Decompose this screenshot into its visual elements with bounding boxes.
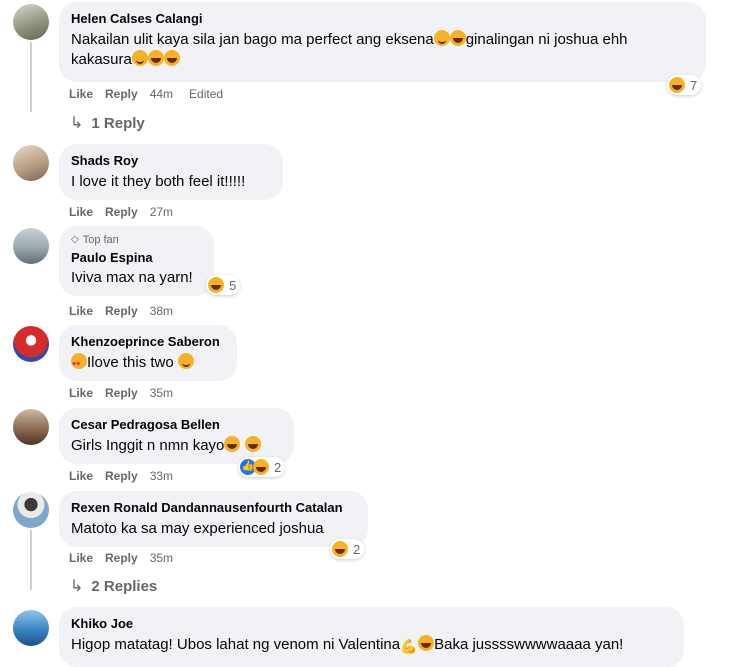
view-replies-button[interactable]: ↳ 1 Reply bbox=[70, 113, 145, 133]
muscle-emoji-icon: 💪 bbox=[400, 638, 418, 654]
avatar[interactable] bbox=[13, 409, 49, 445]
comment-bubble: Shads Roy I love it they both feel it!!!… bbox=[59, 144, 283, 200]
comment-actions: Like Reply 27m bbox=[69, 204, 189, 220]
comment-author[interactable]: Khenzoeprince Saberon bbox=[71, 333, 225, 350]
comment-author[interactable]: Rexen Ronald Dandannausenfourth Catalan bbox=[71, 499, 356, 516]
reaction-summary[interactable]: 5 bbox=[206, 275, 241, 295]
like-button[interactable]: Like bbox=[69, 86, 93, 102]
reply-button[interactable]: Reply bbox=[105, 86, 138, 102]
avatar[interactable] bbox=[13, 610, 49, 646]
reaction-count: 5 bbox=[229, 277, 237, 293]
rofl-emoji-icon bbox=[449, 30, 466, 46]
rofl-emoji-icon bbox=[163, 50, 180, 66]
comment-author[interactable]: Helen Calses Calangi bbox=[71, 10, 694, 27]
comment-actions: Like Reply 35m bbox=[69, 385, 189, 401]
comment-text-part: Higop matatag! Ubos lahat ng venom ni Va… bbox=[71, 636, 401, 653]
comment-text: Matoto ka sa may experienced joshua bbox=[71, 520, 324, 537]
haha-emoji-icon bbox=[669, 77, 685, 93]
comment-text-part: Ilove this two bbox=[87, 354, 174, 371]
reply-button[interactable]: Reply bbox=[105, 385, 138, 401]
comment-bubble: Cesar Pedragosa Bellen Girls Inggit n nm… bbox=[59, 408, 294, 464]
timestamp[interactable]: 35m bbox=[150, 385, 173, 401]
comment-text: Ilove this two bbox=[71, 353, 225, 375]
reaction-count: 2 bbox=[353, 541, 361, 557]
comment-bubble: Khiko Joe Higop matatag! Ubos lahat ng v… bbox=[59, 607, 684, 667]
like-button[interactable]: Like bbox=[69, 204, 93, 220]
comment-actions: Like Reply 33m bbox=[69, 468, 189, 484]
comment-text-part: Girls Inggit n nmn kayo bbox=[71, 437, 225, 454]
timestamp[interactable]: 33m bbox=[150, 468, 173, 484]
comment-author[interactable]: Cesar Pedragosa Bellen bbox=[71, 416, 282, 433]
reply-button[interactable]: Reply bbox=[105, 303, 138, 319]
comment-actions: Like Reply 44m Edited bbox=[69, 86, 239, 102]
haha-emoji-icon bbox=[332, 541, 348, 557]
view-replies-button[interactable]: ↳ 2 Replies bbox=[70, 576, 157, 596]
reply-button[interactable]: Reply bbox=[105, 550, 138, 566]
rofl-emoji-icon bbox=[147, 50, 164, 66]
timestamp[interactable]: 44m bbox=[150, 86, 173, 102]
comment-text: I love it they both feel it!!!!! bbox=[71, 173, 246, 190]
reaction-count: 7 bbox=[690, 77, 698, 93]
comment-text: Girls Inggit n nmn kayo bbox=[71, 436, 282, 456]
comment-text-part: kakasura bbox=[71, 51, 132, 68]
reaction-summary[interactable]: 7 bbox=[667, 75, 702, 95]
comment-author[interactable]: Shads Roy bbox=[71, 152, 271, 169]
comment-text-part: Nakailan ulit kaya sila jan bago ma perf… bbox=[71, 31, 434, 48]
like-button[interactable]: Like bbox=[69, 303, 93, 319]
edited-label: Edited bbox=[189, 87, 224, 101]
reaction-count: 2 bbox=[274, 459, 282, 475]
comment-author[interactable]: Paulo Espina bbox=[71, 249, 202, 266]
reply-button[interactable]: Reply bbox=[105, 468, 138, 484]
comment-actions: Like Reply 35m bbox=[69, 550, 189, 566]
avatar[interactable] bbox=[13, 326, 49, 362]
rofl-emoji-icon bbox=[244, 436, 261, 452]
top-fan-label: Top fan bbox=[82, 234, 119, 246]
comment-actions: Like Reply 38m bbox=[69, 303, 189, 319]
replies-label: 2 Replies bbox=[91, 577, 158, 595]
reaction-summary[interactable]: 👍 2 bbox=[238, 457, 286, 477]
like-button[interactable]: Like bbox=[69, 550, 93, 566]
thread-line bbox=[30, 530, 32, 590]
timestamp[interactable]: 27m bbox=[150, 204, 173, 220]
comment-bubble: ◇ Top fan Paulo Espina Iviva max na yarn… bbox=[59, 226, 214, 296]
comment-text-line2: kakasura bbox=[71, 50, 694, 70]
rofl-emoji-icon bbox=[224, 436, 241, 452]
replies-label: 1 Reply bbox=[91, 114, 145, 132]
comment-author[interactable]: Khiko Joe bbox=[71, 615, 672, 632]
comment-bubble: Rexen Ronald Dandannausenfourth Catalan … bbox=[59, 491, 368, 547]
top-fan-icon: ◇ bbox=[71, 234, 79, 245]
comment-bubble: Helen Calses Calangi Nakailan ulit kaya … bbox=[59, 2, 706, 82]
haha-emoji-icon bbox=[418, 635, 435, 651]
comment-text: Higop matatag! Ubos lahat ng venom ni Va… bbox=[71, 635, 672, 655]
avatar[interactable] bbox=[13, 4, 49, 40]
comment-text: Iviva max na yarn! bbox=[71, 269, 193, 286]
like-button[interactable]: Like bbox=[69, 468, 93, 484]
like-button[interactable]: Like bbox=[69, 385, 93, 401]
reply-button[interactable]: Reply bbox=[105, 204, 138, 220]
haha-emoji-icon bbox=[253, 459, 269, 475]
thread-line bbox=[30, 42, 32, 112]
timestamp[interactable]: 35m bbox=[150, 550, 173, 566]
comment-text-part: Baka jusssswwwwaaaa yan! bbox=[434, 636, 624, 653]
comment-text-part: ginalingan ni joshua ehh bbox=[465, 31, 628, 48]
comment-bubble: Khenzoeprince Saberon Ilove this two bbox=[59, 325, 237, 381]
comment-text: Nakailan ulit kaya sila jan bago ma perf… bbox=[71, 30, 694, 50]
haha-emoji-icon bbox=[208, 277, 224, 293]
pensive-emoji-icon bbox=[131, 50, 148, 66]
avatar[interactable] bbox=[13, 228, 49, 264]
avatar[interactable] bbox=[13, 492, 49, 528]
grin-emoji-icon bbox=[177, 353, 194, 369]
reaction-summary[interactable]: 2 bbox=[330, 539, 365, 559]
grin-emoji-icon bbox=[433, 30, 450, 46]
avatar[interactable] bbox=[13, 145, 49, 181]
top-fan-badge: ◇ Top fan bbox=[71, 233, 202, 247]
reply-arrow-icon: ↳ bbox=[70, 578, 84, 595]
heart-eyes-emoji-icon bbox=[71, 353, 87, 375]
timestamp[interactable]: 38m bbox=[150, 303, 173, 319]
reply-arrow-icon: ↳ bbox=[70, 115, 84, 132]
